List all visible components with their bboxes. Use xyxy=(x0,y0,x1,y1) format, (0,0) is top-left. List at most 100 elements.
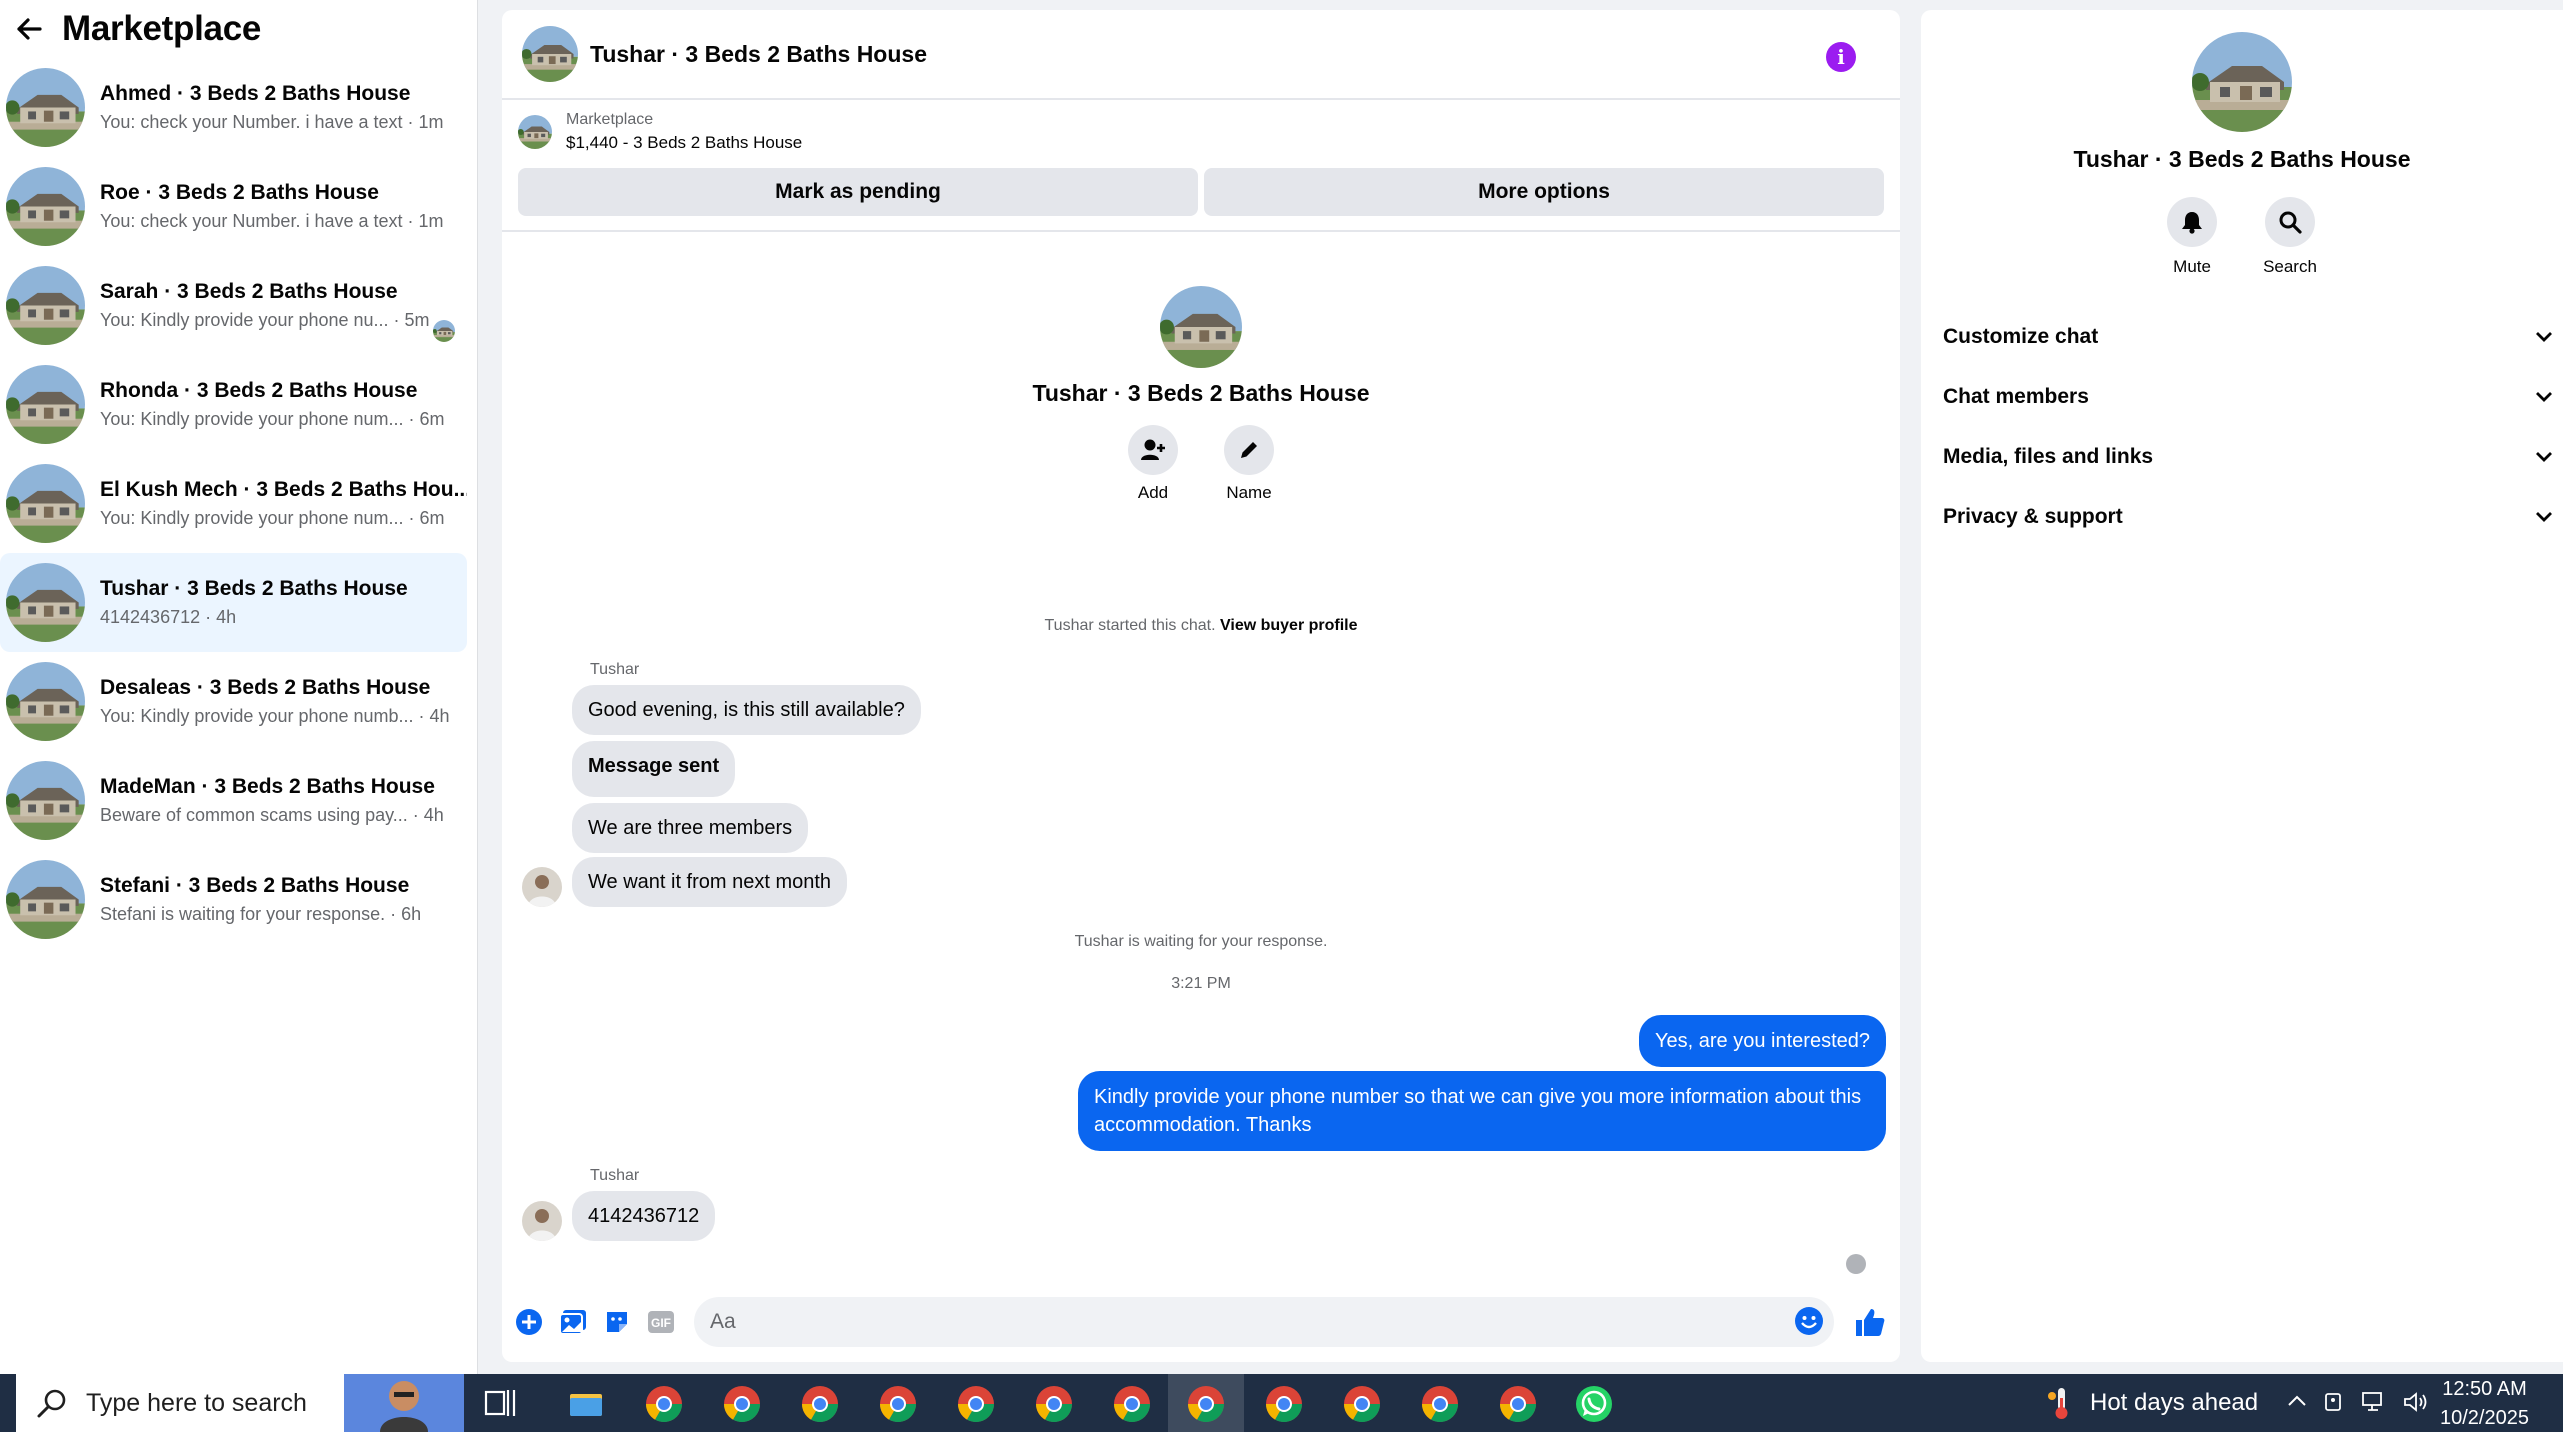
chrome-profile-icon[interactable] xyxy=(722,1384,762,1424)
view-buyer-profile-link[interactable]: View buyer profile xyxy=(1220,617,1358,634)
chrome-icon[interactable] xyxy=(644,1384,684,1424)
chevron-up-icon[interactable] xyxy=(2286,1390,2308,1412)
meet-now-icon[interactable] xyxy=(2322,1390,2346,1414)
listing-label: Marketplace xyxy=(566,111,654,128)
chat-title[interactable]: Tushar · 3 Beds 2 Baths House xyxy=(590,41,927,68)
taskbar-clock[interactable]: 12:50 AM 10/2/2025 xyxy=(2440,1378,2529,1430)
conversation-preview: You: Kindly provide your phone num... · … xyxy=(100,409,445,429)
conversation-item[interactable]: Desaleas · 3 Beds 2 Baths House You: Kind… xyxy=(0,652,467,751)
chrome-profile-icon[interactable] xyxy=(878,1384,918,1424)
outgoing-bubble[interactable]: Yes, are you interested? xyxy=(1639,1015,1886,1067)
conversation-avatar xyxy=(6,662,85,741)
search-icon xyxy=(37,1389,66,1418)
chrome-profile-icon[interactable] xyxy=(1342,1384,1382,1424)
outgoing-bubble[interactable]: Kindly provide your phone number so that… xyxy=(1078,1071,1886,1151)
plus-icon[interactable] xyxy=(514,1307,544,1337)
chrome-profile-icon[interactable] xyxy=(1034,1384,1074,1424)
file-explorer-icon[interactable] xyxy=(566,1384,606,1424)
chrome-profile-icon[interactable] xyxy=(1264,1384,1304,1424)
chevron-down-icon xyxy=(2536,332,2552,342)
mark-as-pending-button[interactable]: Mark as pending xyxy=(518,168,1198,216)
chrome-profile-icon[interactable] xyxy=(1420,1384,1460,1424)
listing-summary[interactable]: Marketplace $1,440 - 3 Beds 2 Baths Hous… xyxy=(502,100,1900,164)
search-label: Search xyxy=(2263,257,2317,276)
conversation-item[interactable]: Roe · 3 Beds 2 Baths House You: check you… xyxy=(0,157,467,256)
message-bubble-sent[interactable]: Message sent xyxy=(572,741,736,797)
gif-icon[interactable]: GIF xyxy=(646,1307,676,1337)
message-bubble[interactable]: Good evening, is this still available? xyxy=(572,685,921,735)
started-text: Tushar started this chat. xyxy=(1044,617,1216,634)
sticker-icon[interactable] xyxy=(602,1307,632,1337)
chrome-profile-icon[interactable] xyxy=(956,1384,996,1424)
taskbar-search-box[interactable]: Type here to search xyxy=(16,1374,344,1432)
chrome-profile-icon[interactable] xyxy=(1498,1384,1538,1424)
back-button[interactable] xyxy=(14,14,44,44)
mute-button[interactable]: Mute xyxy=(2167,197,2218,277)
weather-widget[interactable]: Hot days ahead xyxy=(2046,1386,2258,1420)
incoming-message-group: Tushar 4142436712 xyxy=(502,1167,1900,1241)
intro-avatar xyxy=(1160,286,1242,368)
search-in-chat-button[interactable]: Search xyxy=(2263,197,2317,277)
info-icon[interactable]: i xyxy=(1826,42,1856,72)
details-sections: Customize chat Chat members Media, files… xyxy=(1921,307,2563,547)
conversation-item[interactable]: Ahmed · 3 Beds 2 Baths House You: check y… xyxy=(0,58,467,157)
incoming-message-group: Tushar Good evening, is this still avail… xyxy=(502,661,1900,907)
search-icon xyxy=(2279,211,2302,234)
chat-header-avatar[interactable] xyxy=(522,26,578,82)
section-media-files-links[interactable]: Media, files and links xyxy=(1921,427,2563,487)
conversation-item[interactable]: MadeMan · 3 Beds 2 Baths House Beware of … xyxy=(0,751,467,850)
thumbs-up-icon[interactable] xyxy=(1854,1306,1886,1338)
section-customize-chat[interactable]: Customize chat xyxy=(1921,307,2563,367)
back-arrow-icon xyxy=(17,18,42,40)
chrome-profile-icon[interactable] xyxy=(1112,1384,1152,1424)
section-label: Customize chat xyxy=(1943,325,2099,348)
conversation-preview: You: Kindly provide your phone numb... ·… xyxy=(100,706,450,726)
conversation-item-active[interactable]: Tushar · 3 Beds 2 Baths House 4142436712 … xyxy=(0,553,467,652)
sender-avatar xyxy=(522,1201,562,1241)
name-label: Name xyxy=(1226,483,1272,502)
details-avatar xyxy=(2192,32,2292,132)
message-bubble[interactable]: 4142436712 xyxy=(572,1191,716,1241)
whatsapp-icon[interactable] xyxy=(1574,1384,1614,1424)
add-person-icon xyxy=(1141,439,1165,460)
message-bubble[interactable]: We want it from next month xyxy=(572,857,848,907)
section-chat-members[interactable]: Chat members xyxy=(1921,367,2563,427)
conversation-name: Sarah · 3 Beds 2 Baths House xyxy=(100,280,398,303)
chrome-profile-icon[interactable] xyxy=(800,1384,840,1424)
conversation-name: Rhonda · 3 Beds 2 Baths House xyxy=(100,379,418,402)
conversation-preview: Stefani is waiting for your response. · … xyxy=(100,904,422,924)
conversation-avatar xyxy=(6,761,85,840)
volume-icon[interactable] xyxy=(2402,1390,2430,1414)
conversation-item[interactable]: Sarah · 3 Beds 2 Baths House You: Kindly … xyxy=(0,256,467,355)
conversation-avatar xyxy=(6,563,85,642)
network-icon[interactable] xyxy=(2360,1390,2388,1414)
conversation-item[interactable]: Rhonda · 3 Beds 2 Baths House You: Kindly… xyxy=(0,355,467,454)
search-highlight-image[interactable] xyxy=(344,1374,464,1432)
conversation-preview: Beware of common scams using pay... · 4h xyxy=(100,805,444,825)
conversation-preview: You: Kindly provide your phone nu... · 5… xyxy=(100,310,430,330)
photo-icon[interactable] xyxy=(558,1307,588,1337)
chat-details-panel: Tushar · 3 Beds 2 Baths House Mute Searc… xyxy=(1921,10,2563,1362)
edit-name-button[interactable]: Name xyxy=(1224,425,1274,503)
weather-text: Hot days ahead xyxy=(2090,1389,2259,1416)
add-people-button[interactable]: Add xyxy=(1128,425,1178,503)
sender-name: Tushar xyxy=(590,1167,640,1184)
add-label: Add xyxy=(1137,483,1169,502)
chevron-down-icon xyxy=(2536,452,2552,462)
task-view-icon[interactable] xyxy=(484,1386,518,1420)
conversation-list: Ahmed · 3 Beds 2 Baths House You: check y… xyxy=(0,58,477,949)
conversation-item[interactable]: El Kush Mech · 3 Beds 2 Baths Hou... You:… xyxy=(0,454,467,553)
conversation-preview: You: check your Number. i have a text · … xyxy=(100,211,444,231)
emoji-icon[interactable] xyxy=(1794,1306,1824,1336)
more-options-button[interactable]: More options xyxy=(1204,168,1884,216)
message-input[interactable] xyxy=(694,1297,1834,1347)
chat-intro: Tushar · 3 Beds 2 Baths House Add Name xyxy=(502,286,1900,503)
windows-taskbar: Type here to search Hot days ahead 12:50… xyxy=(0,1374,2563,1432)
sidebar-header: Marketplace xyxy=(0,0,477,58)
message-bubble[interactable]: We are three members xyxy=(572,803,809,853)
section-privacy-support[interactable]: Privacy & support xyxy=(1921,487,2563,547)
conversation-avatar xyxy=(6,68,85,147)
conversation-item[interactable]: Stefani · 3 Beds 2 Baths House Stefani is… xyxy=(0,850,467,949)
chrome-profile-icon-active[interactable] xyxy=(1186,1384,1226,1424)
chat-header: Tushar · 3 Beds 2 Baths House i xyxy=(502,10,1900,100)
